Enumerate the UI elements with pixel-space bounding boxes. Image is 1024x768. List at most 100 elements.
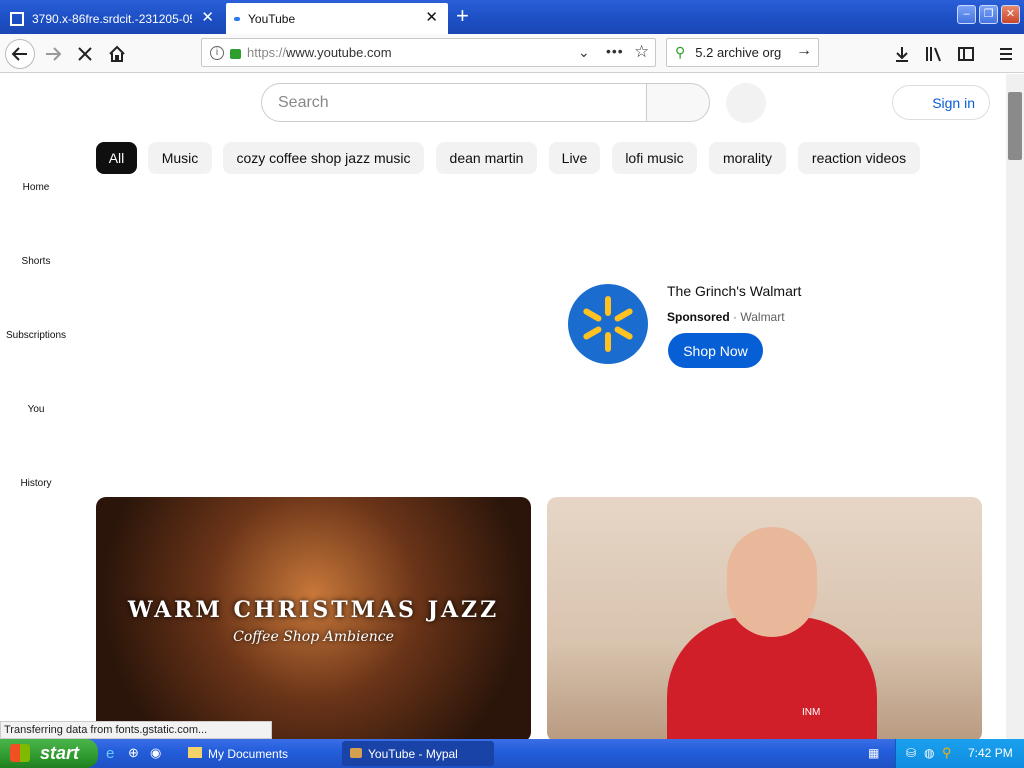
taskbar-item-label: YouTube - Mypal <box>368 746 458 761</box>
video-thumbnail[interactable]: INM <box>547 497 982 739</box>
sign-in-button[interactable]: Sign in <box>892 85 990 120</box>
chip-dean-martin[interactable]: dean martin <box>436 142 537 174</box>
clock: 7:42 PM <box>968 746 1013 760</box>
volume-icon[interactable]: ◍ <box>924 746 934 760</box>
ad-meta: Sponsored · Walmart <box>667 310 785 324</box>
bookmark-star-icon[interactable]: ☆ <box>634 42 649 62</box>
shop-now-button[interactable]: Shop Now <box>668 333 763 368</box>
video-thumbnail[interactable]: WARM CHRISTMAS JAZZ Coffee Shop Ambience <box>96 497 531 739</box>
sidebar-toggle-button[interactable] <box>951 39 981 69</box>
sidebar-item-home[interactable]: Home <box>0 182 72 193</box>
start-label: start <box>40 743 80 763</box>
mypal-icon <box>350 748 362 758</box>
browser-navigation-bar: i https://www.youtube.com ⌄ ••• ☆ ⚲ 5.2 … <box>0 34 1024 73</box>
media-player-icon[interactable]: ◉ <box>150 745 161 761</box>
new-tab-icon[interactable]: + <box>456 5 469 27</box>
chip-label: reaction videos <box>811 150 907 166</box>
search-input[interactable]: Search <box>261 83 647 122</box>
chip-label: lofi music <box>625 150 684 166</box>
chip-live[interactable]: Live <box>549 142 600 174</box>
walmart-logo[interactable] <box>568 284 648 364</box>
taskbar-item-my-documents[interactable]: My Documents <box>182 741 332 766</box>
search-icon[interactable]: ⚲ <box>942 745 952 761</box>
chip-morality[interactable]: morality <box>709 142 786 174</box>
tab-youtube[interactable]: YouTube ✕ <box>226 3 448 34</box>
library-button[interactable] <box>919 39 949 69</box>
windows-logo-icon <box>10 744 30 762</box>
ie-icon[interactable]: e <box>106 745 114 762</box>
chip-label: Music <box>161 150 199 166</box>
youtube-page: Search Sign in All Music cozy coffee sho… <box>0 74 1024 739</box>
thumbnail-subtitle: Coffee Shop Ambience <box>233 629 394 645</box>
restore-button[interactable]: ❐ <box>979 5 998 24</box>
library-icon <box>926 47 941 62</box>
start-button[interactable]: start <box>0 739 98 768</box>
sign-in-label: Sign in <box>932 94 975 111</box>
home-button[interactable] <box>102 39 132 69</box>
archive-icon <box>10 11 24 26</box>
forward-button[interactable] <box>38 39 68 69</box>
close-icon <box>78 47 92 61</box>
sidebar-icon <box>958 47 974 61</box>
sidebar-item-history[interactable]: History <box>0 478 72 489</box>
search-button[interactable] <box>646 83 710 122</box>
chevron-down-icon[interactable]: ⌄ <box>578 44 590 61</box>
chip-label: dean martin <box>449 150 524 166</box>
search-placeholder: Search <box>278 93 329 111</box>
browser-tab-strip: 3790.x-86fre.srdcit.-231205-054 ✕ YouTub… <box>0 0 1024 34</box>
sidebar-item-label: You <box>27 404 45 415</box>
info-icon[interactable]: i <box>210 45 224 60</box>
downloads-button[interactable] <box>887 39 917 69</box>
minimize-button[interactable]: – <box>957 5 976 24</box>
sponsored-label: Sponsored <box>667 310 730 324</box>
download-icon <box>896 47 908 62</box>
chip-reaction-videos[interactable]: reaction videos <box>798 142 920 174</box>
lock-icon[interactable] <box>230 49 241 59</box>
sidebar-item-shorts[interactable]: Shorts <box>0 256 72 267</box>
network-icon[interactable]: ⛁ <box>906 746 916 760</box>
tab-archive[interactable]: 3790.x-86fre.srdcit.-231205-054 ✕ <box>2 3 224 34</box>
voice-search-button[interactable] <box>726 83 766 123</box>
folder-icon <box>188 747 202 758</box>
url-scheme: https:// <box>247 45 287 60</box>
url-text[interactable]: https://www.youtube.com <box>247 45 392 60</box>
menu-button[interactable] <box>991 39 1021 69</box>
tab-title: YouTube <box>248 11 296 26</box>
page-actions-icon[interactable]: ••• <box>606 43 624 59</box>
sidebar-item-label: Home <box>22 182 50 193</box>
url-host: www.youtube.com <box>286 45 392 60</box>
sidebar-item-label: Shorts <box>21 256 51 267</box>
sidebar-item-label: History <box>20 478 52 489</box>
thumbnail-title: WARM CHRISTMAS JAZZ <box>127 597 500 623</box>
scrollbar-thumb[interactable] <box>1008 92 1022 160</box>
chip-label: morality <box>722 150 772 166</box>
search-bar[interactable]: ⚲ 5.2 archive org → <box>666 38 819 67</box>
walmart-spark-icon <box>583 296 633 352</box>
scrollbar[interactable] <box>1006 74 1024 739</box>
person-head <box>727 527 817 637</box>
chip-label: Live <box>561 150 588 166</box>
taskbar-item-youtube-mypal[interactable]: YouTube - Mypal <box>342 741 494 766</box>
close-tab-icon[interactable]: ✕ <box>425 10 438 25</box>
keyboard-icon[interactable]: ▦ <box>868 746 879 760</box>
chip-music[interactable]: Music <box>148 142 212 174</box>
close-window-button[interactable]: ✕ <box>1001 5 1020 24</box>
hamburger-menu-icon <box>1000 48 1012 60</box>
chip-lofi-music[interactable]: lofi music <box>612 142 697 174</box>
ad-title[interactable]: The Grinch's Walmart <box>667 283 801 299</box>
arrow-right-icon[interactable]: → <box>796 42 812 60</box>
address-bar[interactable]: i https://www.youtube.com ⌄ ••• ☆ <box>201 38 656 67</box>
stop-loading-button[interactable] <box>70 39 100 69</box>
chip-cozy-coffee-shop-jazz[interactable]: cozy coffee shop jazz music <box>223 142 424 174</box>
home-icon <box>109 45 125 62</box>
explorer-icon[interactable]: ⊕ <box>128 745 139 761</box>
sidebar-item-label: Subscriptions <box>5 330 67 341</box>
sidebar-item-you[interactable]: You <box>0 404 72 415</box>
sidebar-item-subscriptions[interactable]: Subscriptions <box>0 330 72 341</box>
shirt-badge: INM <box>802 707 821 718</box>
chip-all[interactable]: All <box>96 142 137 174</box>
close-tab-icon[interactable]: ✕ <box>201 10 214 25</box>
back-button[interactable] <box>5 39 35 69</box>
tab-title: 3790.x-86fre.srdcit.-231205-054 <box>32 11 192 26</box>
taskbar: start e ⊕ ◉ My Documents YouTube - Mypal… <box>0 739 1024 768</box>
